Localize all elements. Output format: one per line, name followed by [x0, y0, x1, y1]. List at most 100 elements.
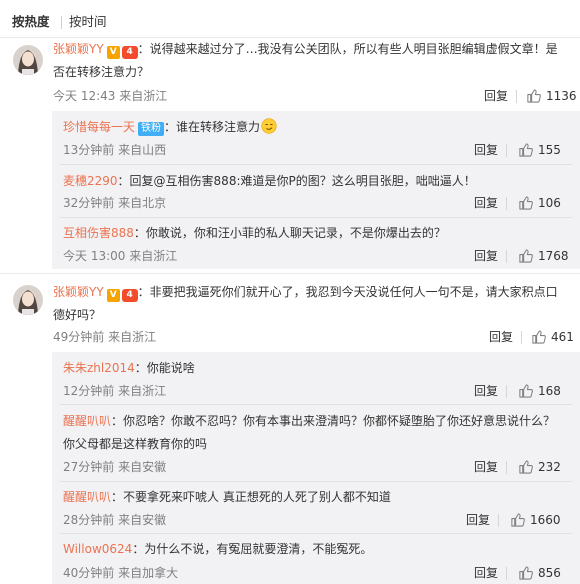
reply-meta: 40分钟前 来自加拿大 [63, 566, 179, 580]
comment-username[interactable]: 张颖颖YY [53, 285, 104, 299]
fan-badge: 铁粉 [138, 122, 165, 136]
like-count: 168 [538, 384, 561, 398]
sort-tabs: 按热度 按时间 [0, 0, 580, 38]
thumbs-up-icon [519, 460, 533, 474]
reply-meta: 13分钟前 来自山西 [63, 143, 167, 157]
reply-text: 珍惜每每一天 铁粉 ：谁在转移注意力 [63, 116, 573, 139]
reply-body: ：回复@互相伤害888:难道是你P的图？这么明目张胆，咄咄逼人！ [117, 174, 476, 188]
smirk-emoji-icon [261, 118, 277, 134]
like-button[interactable]: 1768 [518, 248, 569, 264]
like-count: 1660 [530, 513, 561, 527]
vip-badge: 4 [121, 289, 138, 302]
thumbs-up-icon [519, 384, 533, 398]
reply-username[interactable]: 珍惜每每一天 [63, 120, 135, 134]
reply-divider [60, 217, 572, 218]
reply-button[interactable]: 回复 [474, 195, 498, 211]
like-button[interactable]: 106 [518, 195, 561, 211]
reply-meta: 28分钟前 来自安徽 [63, 513, 167, 527]
tab-by-time[interactable]: 按时间 [69, 13, 107, 31]
avatar[interactable] [13, 285, 43, 315]
reply-username[interactable]: 醒醒叭叭 [63, 490, 111, 504]
comment-body-line2: 否在转移注意力？ [53, 65, 150, 79]
reply-username[interactable]: 麦穗2290 [63, 174, 118, 188]
reply-divider [60, 481, 572, 482]
action-divider [516, 90, 517, 103]
reply-divider [60, 533, 572, 534]
reply-divider [60, 404, 572, 405]
like-count: 1136 [546, 89, 577, 103]
action-divider [506, 144, 507, 157]
reply-body: ：你敢说，你和汪小菲的私人聊天记录，不是你爆出去的？ [133, 226, 446, 240]
thumbs-up-icon [511, 513, 525, 527]
action-divider [506, 567, 507, 580]
comment-username[interactable]: 张颖颖YY [53, 42, 104, 56]
reply-text: 朱朱zhl2014：你能说啥 [63, 357, 573, 380]
avatar[interactable] [13, 45, 43, 75]
reply-button[interactable]: 回复 [474, 459, 498, 475]
action-divider [506, 385, 507, 398]
reply-text: 麦穗2290：回复@互相伤害888:难道是你P的图？这么明目张胆，咄咄逼人！ [63, 170, 573, 193]
reply-button[interactable]: 回复 [474, 565, 498, 581]
reply-button[interactable]: 回复 [484, 88, 508, 104]
reply-username[interactable]: 互相伤害888 [63, 226, 134, 240]
vip-badge: 4 [121, 46, 138, 59]
action-divider [506, 197, 507, 210]
like-button[interactable]: 1660 [510, 512, 561, 528]
comment-text: 张颖颖YY V 4 ：说得越来越过分了…我没有公关团队，所以有些人明目张胆编辑虚假文章… [53, 38, 573, 84]
thumbs-up-icon [527, 89, 541, 103]
thumbs-up-icon [519, 143, 533, 157]
reply-body: ：谁在转移注意力 [164, 120, 261, 134]
tab-by-hot[interactable]: 按热度 [12, 13, 50, 31]
like-button[interactable]: 1136 [526, 88, 577, 104]
reply-button[interactable]: 回复 [474, 383, 498, 399]
like-button[interactable]: 155 [518, 142, 561, 158]
like-count: 461 [551, 330, 574, 344]
reply-body: ：不要拿死来吓唬人 真正想死的人死了别人都不知道 [111, 490, 391, 504]
action-divider [521, 331, 522, 344]
reply-button[interactable]: 回复 [474, 248, 498, 264]
like-count: 856 [538, 566, 561, 580]
comment-body-line1: ：说得越来越过分了…我没有公关团队，所以有些人明目张胆编辑虚假文章！是 [137, 42, 558, 56]
verified-badge: V [106, 46, 120, 59]
like-count: 1768 [538, 249, 569, 263]
reply-meta: 12分钟前 来自浙江 [63, 384, 167, 398]
reply-body: ：为什么不说，有冤屈就要澄清，不能冤死。 [132, 542, 373, 556]
like-count: 232 [538, 460, 561, 474]
action-divider [498, 514, 499, 527]
like-count: 155 [538, 143, 561, 157]
like-button[interactable]: 461 [531, 329, 574, 345]
reply-text: 醒醒叭叭：你忍啥？你敢不忍吗？你有本事出来澄清吗？你都怀疑堕胎了你还好意思说什么… [63, 410, 573, 456]
reply-button[interactable]: 回复 [466, 512, 490, 528]
reply-text: 醒醒叭叭：不要拿死来吓唬人 真正想死的人死了别人都不知道 [63, 486, 573, 509]
like-count: 106 [538, 196, 561, 210]
reply-meta: 27分钟前 来自安徽 [63, 460, 167, 474]
thumbs-up-icon [519, 566, 533, 580]
action-divider [506, 250, 507, 263]
reply-button[interactable]: 回复 [489, 329, 513, 345]
reply-body: ：你能说啥 [134, 361, 195, 375]
comment-body-line2: 德好吗？ [53, 308, 102, 322]
reply-username[interactable]: 朱朱zhl2014 [63, 361, 135, 375]
reply-meta: 32分钟前 来自北京 [63, 196, 167, 210]
reply-body-line1: ：你忍啥？你敢不忍吗？你有本事出来澄清吗？你都怀疑堕胎了你还好意思说什么？ [111, 414, 556, 428]
reply-body-line2: 你父母都是这样教育你的吗 [63, 437, 208, 451]
comment-body-line1: ：非要把我逼死你们就开心了，我忍到今天没说任何人一句不是，请大家积点口 [137, 285, 558, 299]
comment-meta: 今天 12:43 来自浙江 [53, 89, 168, 103]
reply-text: Willow0624：为什么不说，有冤屈就要澄清，不能冤死。 [63, 538, 573, 561]
like-button[interactable]: 168 [518, 383, 561, 399]
tab-divider [61, 16, 62, 29]
action-divider [506, 461, 507, 474]
verified-badge: V [106, 289, 120, 302]
reply-text: 互相伤害888：你敢说，你和汪小菲的私人聊天记录，不是你爆出去的？ [63, 222, 573, 245]
like-button[interactable]: 856 [518, 565, 561, 581]
comment-meta: 49分钟前 来自浙江 [53, 330, 157, 344]
reply-button[interactable]: 回复 [474, 142, 498, 158]
thumbs-up-icon [519, 249, 533, 263]
reply-meta: 今天 13:00 来自浙江 [63, 249, 178, 263]
like-button[interactable]: 232 [518, 459, 561, 475]
reply-username[interactable]: Willow0624 [63, 542, 132, 556]
thumbs-up-icon [519, 196, 533, 210]
comment-text: 张颖颖YY V 4 ：非要把我逼死你们就开心了，我忍到今天没说任何人一句不是，请大家积… [53, 281, 573, 327]
reply-username[interactable]: 醒醒叭叭 [63, 414, 111, 428]
reply-divider [60, 164, 572, 165]
